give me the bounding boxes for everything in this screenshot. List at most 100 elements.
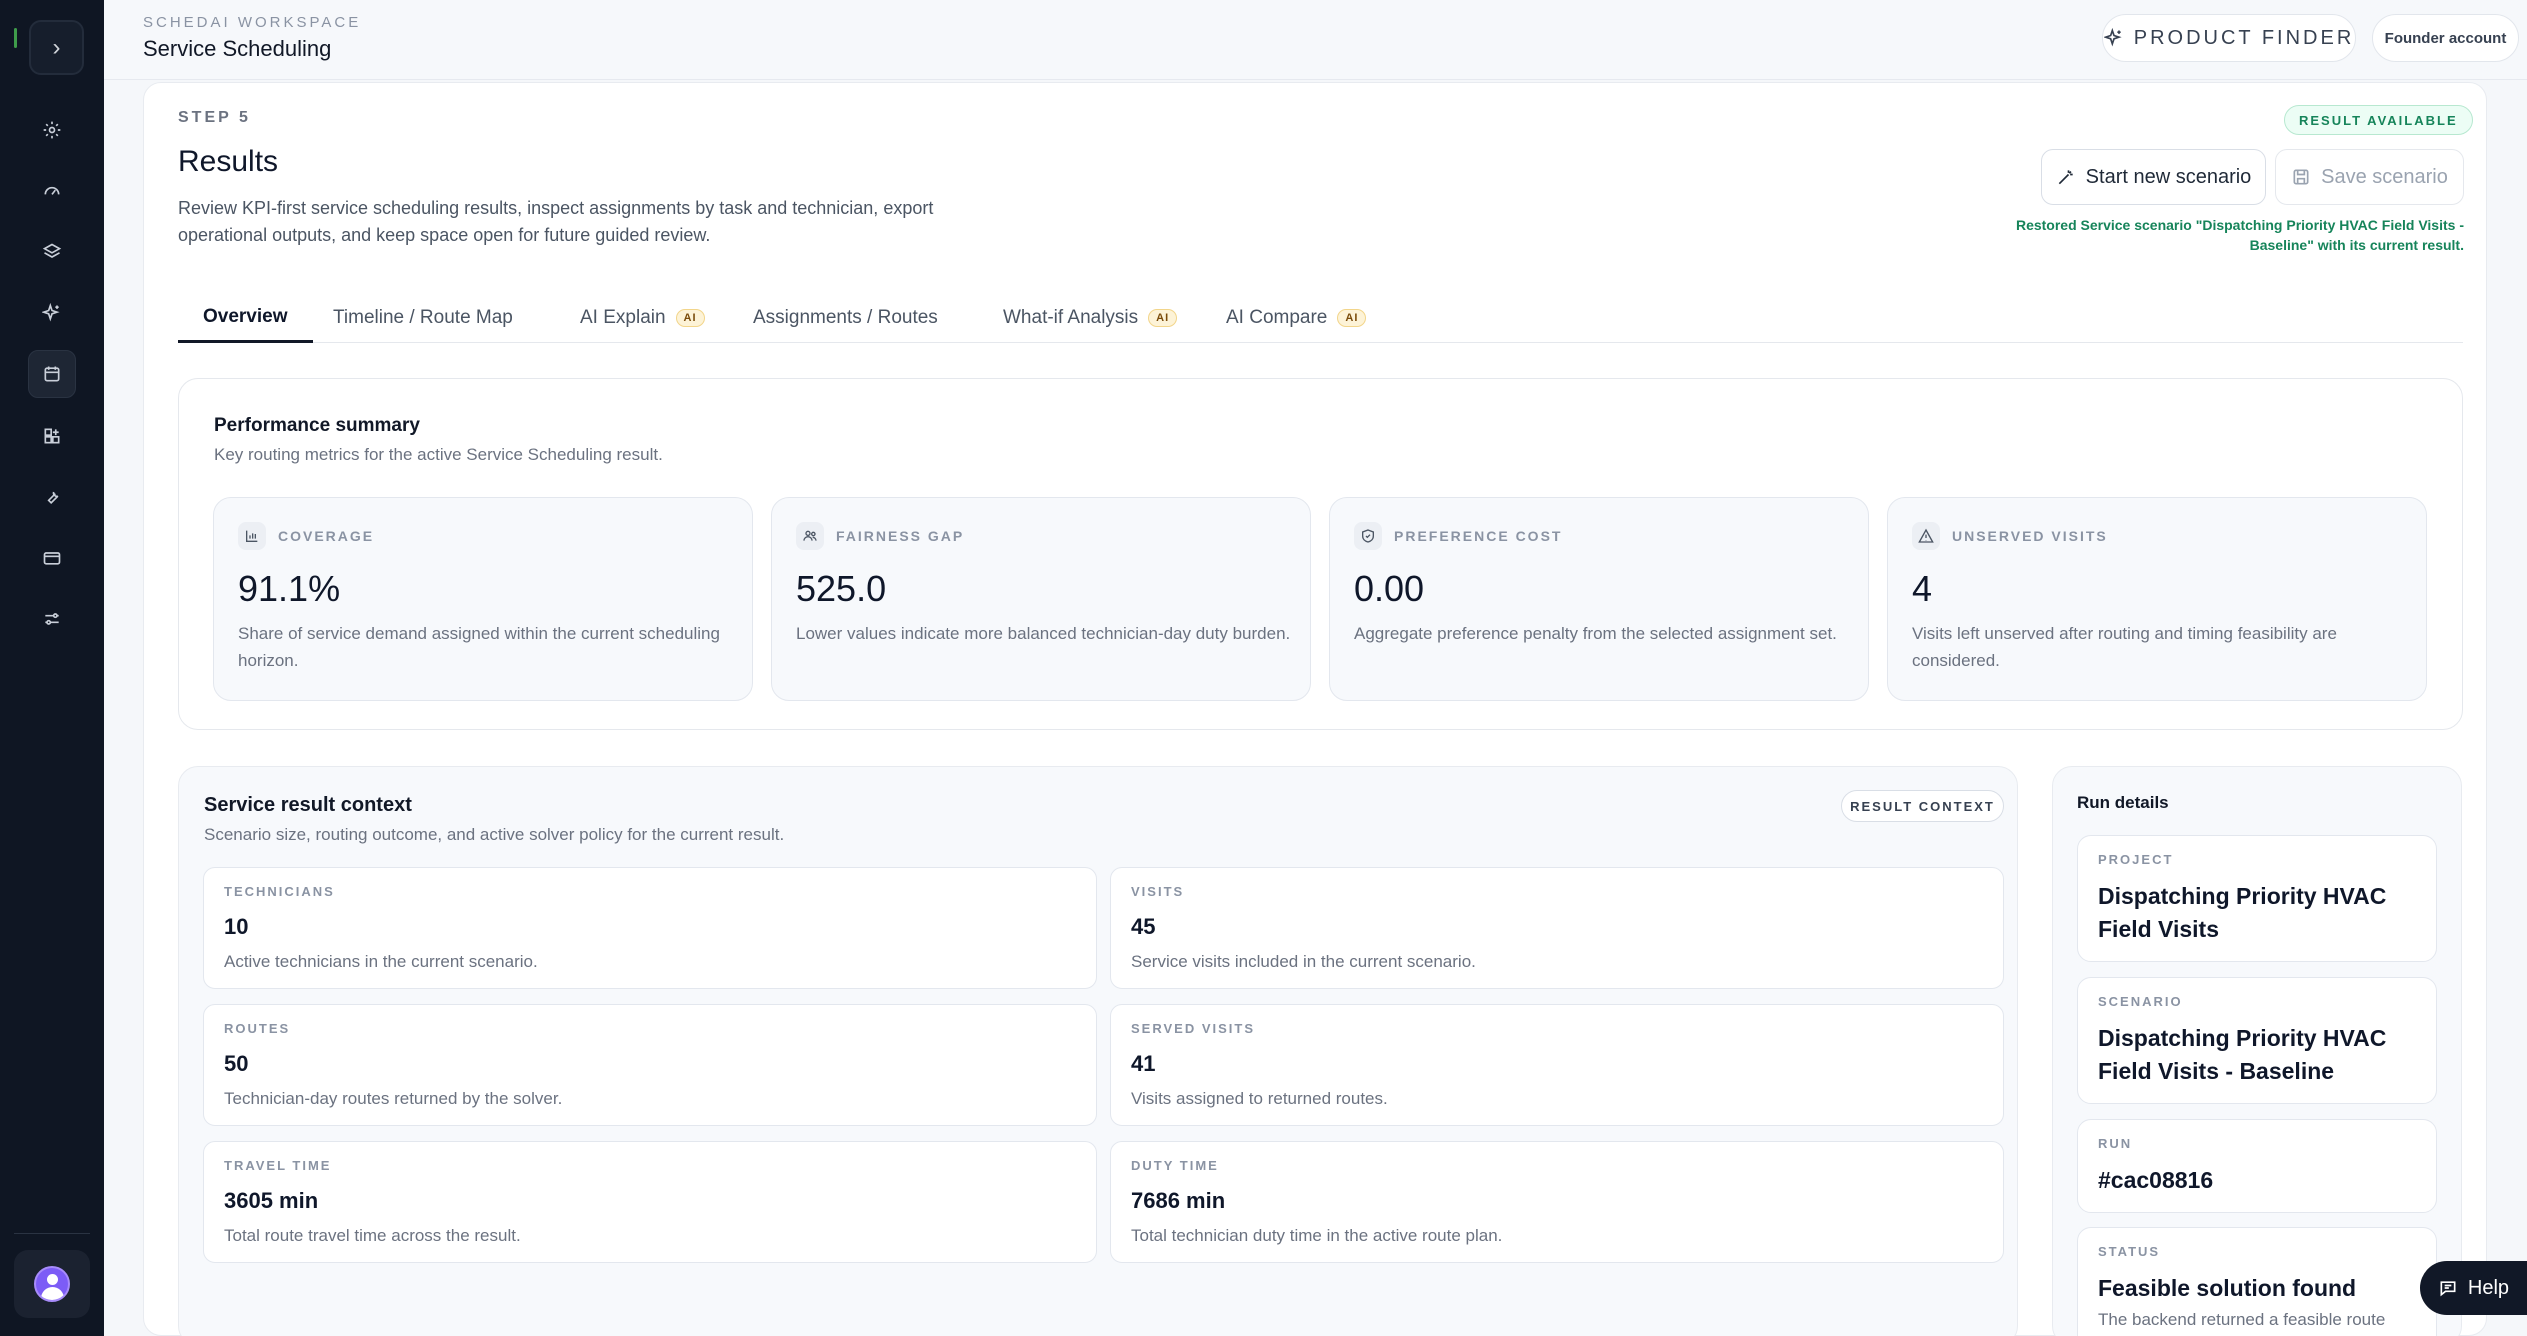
account-button[interactable]: Founder account	[2372, 14, 2519, 62]
run-detail-value: Feasible solution found	[2098, 1275, 2357, 1301]
performance-summary: Performance summary Key routing metrics …	[178, 378, 2463, 730]
save-icon	[2293, 169, 2309, 185]
help-label: Help	[2467, 1276, 2510, 1299]
stat-visits: VISITS 45 Service visits included in the…	[1110, 867, 2004, 989]
run-details: Run details PROJECT Dispatching Priority…	[2052, 766, 2462, 1336]
context-title: Service result context	[204, 794, 412, 816]
apps-icon	[44, 428, 60, 444]
step-label: STEP 5	[178, 109, 251, 126]
tab-timeline-route-map[interactable]: Timeline / Route Map	[308, 293, 538, 343]
context-subtitle: Scenario size, routing outcome, and acti…	[204, 825, 785, 844]
sidebar-divider	[14, 1233, 90, 1234]
stat-description: Active technicians in the current scenar…	[224, 952, 538, 971]
user-icon	[34, 1266, 70, 1302]
tab-ai-compare[interactable]: AI Compare AI	[1201, 293, 1391, 343]
stat-value: 41	[1131, 1051, 1156, 1076]
run-detail-value: Dispatching Priority HVAC Field Visits	[2098, 883, 2387, 942]
stat-travel-time: TRAVEL TIME 3605 min Total route travel …	[203, 1141, 1097, 1263]
run-detail-run: RUN #cac08816	[2077, 1119, 2437, 1213]
tab-label: What-if Analysis	[1003, 307, 1139, 328]
stat-label: ROUTES	[224, 1021, 291, 1036]
tab-ai-explain[interactable]: AI Explain AI	[555, 293, 730, 343]
chevron-right-icon: ›	[52, 33, 61, 61]
save-scenario-label: Save scenario	[2321, 165, 2448, 188]
stat-description: Total route travel time across the resul…	[224, 1226, 521, 1245]
topbar: SCHEDAI WORKSPACE Service Scheduling PRO…	[104, 0, 2527, 80]
product-finder-button[interactable]: PRODUCT FINDER	[2102, 14, 2356, 62]
stat-technicians: TECHNICIANS 10 Active technicians in the…	[203, 867, 1097, 989]
stat-value: 45	[1131, 914, 1156, 939]
shield-icon	[1362, 529, 1374, 543]
stat-description: Visits assigned to returned routes.	[1131, 1089, 1388, 1108]
ai-badge: AI	[1148, 309, 1178, 327]
run-detail-description: The backend returned a feasible route	[2098, 1310, 2386, 1329]
tab-assignments-routes[interactable]: Assignments / Routes	[728, 293, 963, 343]
sidebar-item-preferences[interactable]	[28, 595, 76, 643]
tab-label: AI Explain	[580, 307, 666, 328]
sidebar-item-billing[interactable]	[28, 534, 76, 582]
tab-what-if-analysis[interactable]: What-if Analysis AI	[978, 293, 1202, 343]
sparkles-icon	[2103, 28, 2122, 47]
kpi-description: Lower values indicate more balanced tech…	[796, 624, 1291, 643]
stat-label: SERVED VISITS	[1131, 1021, 1256, 1036]
stat-value: 50	[224, 1051, 249, 1076]
stat-value: 3605 min	[224, 1188, 319, 1213]
chat-icon	[2440, 1281, 2456, 1297]
page-title: Service Scheduling	[143, 36, 332, 61]
tab-label: Overview	[203, 305, 288, 327]
sidebar: ›	[0, 0, 104, 1336]
sparkles-icon	[42, 303, 60, 322]
run-detail-project: PROJECT Dispatching Priority HVAC Field …	[2077, 835, 2437, 962]
sidebar-item-settings[interactable]	[28, 106, 76, 154]
stat-served-visits: SERVED VISITS 41 Visits assigned to retu…	[1110, 1004, 2004, 1126]
kpi-value: 525.0	[796, 568, 887, 609]
stat-routes: ROUTES 50 Technician-day routes returned…	[203, 1004, 1097, 1126]
run-detail-label: STATUS	[2098, 1244, 2161, 1259]
ai-badge: AI	[675, 309, 705, 327]
sidebar-item-ai[interactable]	[28, 289, 76, 337]
kpi-label: PREFERENCE COST	[1394, 528, 1563, 544]
run-detail-scenario: SCENARIO Dispatching Priority HVAC Field…	[2077, 977, 2437, 1104]
performance-title: Performance summary	[214, 415, 420, 436]
warning-icon	[1918, 528, 1934, 543]
card-icon	[43, 552, 61, 565]
help-button[interactable]: Help	[2420, 1261, 2527, 1315]
kpi-label: UNSERVED VISITS	[1952, 528, 2108, 544]
run-details-title: Run details	[2077, 793, 2169, 812]
bar-chart-icon	[246, 530, 258, 542]
stat-label: TRAVEL TIME	[224, 1158, 332, 1173]
run-detail-value: Dispatching Priority HVAC Field Visits -…	[2098, 1025, 2387, 1084]
kpi-description: Share of service demand assigned within …	[238, 624, 720, 670]
tab-label: Timeline / Route Map	[333, 307, 513, 328]
sliders-icon	[45, 613, 59, 625]
performance-subtitle: Key routing metrics for the active Servi…	[214, 445, 663, 464]
sidebar-item-apps[interactable]	[28, 412, 76, 460]
sidebar-item-service[interactable]	[28, 473, 76, 521]
calendar-icon	[44, 366, 60, 382]
kpi-value: 4	[1912, 568, 1933, 609]
gear-icon	[43, 121, 61, 139]
ai-badge: AI	[1337, 309, 1367, 327]
tab-label: AI Compare	[1226, 307, 1328, 328]
tab-label: Assignments / Routes	[753, 307, 938, 328]
result-context-badge: RESULT CONTEXT	[1841, 790, 2004, 822]
kpi-value: 0.00	[1354, 568, 1425, 609]
save-scenario-button[interactable]: Save scenario	[2275, 149, 2464, 205]
sidebar-item-layers[interactable]	[28, 228, 76, 276]
sidebar-toggle-button[interactable]: ›	[29, 20, 84, 75]
tab-overview[interactable]: Overview	[178, 293, 313, 343]
start-new-scenario-label: Start new scenario	[2085, 165, 2252, 188]
start-new-scenario-button[interactable]: Start new scenario	[2041, 149, 2266, 205]
stat-label: DUTY TIME	[1131, 1158, 1219, 1173]
sidebar-item-scheduling[interactable]	[28, 350, 76, 398]
kpi-description: Visits left unserved after routing and t…	[1912, 624, 2337, 670]
stat-duty-time: DUTY TIME 7686 min Total technician duty…	[1110, 1141, 2004, 1263]
stat-description: Technician-day routes returned by the so…	[224, 1089, 563, 1108]
kpi-card-preference-cost: PREFERENCE COST 0.00 Aggregate preferenc…	[1329, 497, 1869, 701]
stat-label: TECHNICIANS	[224, 884, 335, 899]
sidebar-item-dashboard[interactable]	[28, 167, 76, 215]
kpi-value: 91.1%	[238, 568, 341, 609]
gauge-icon	[44, 186, 60, 195]
avatar[interactable]	[14, 1250, 90, 1318]
kpi-card-unserved-visits: UNSERVED VISITS 4 Visits left unserved a…	[1887, 497, 2427, 701]
